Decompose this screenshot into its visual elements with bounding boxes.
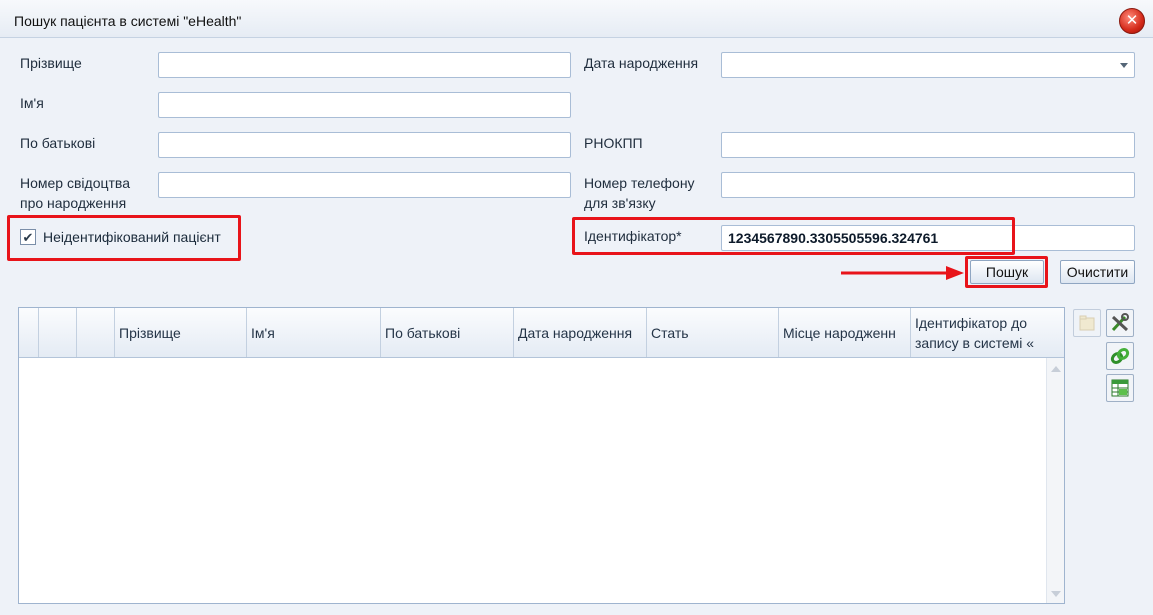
settings-button[interactable]	[1106, 309, 1134, 337]
grid-column-birth-place[interactable]: Місце народженн	[778, 308, 910, 357]
rnokpp-label: РНОКПП	[584, 135, 643, 151]
export-table-button[interactable]	[1106, 374, 1134, 402]
arrow-pointer-icon	[841, 266, 964, 280]
birth-cert-label-line1: Номер свідоцтва	[20, 175, 130, 191]
open-record-button[interactable]	[1073, 309, 1101, 337]
phone-label-line1: Номер телефону	[584, 175, 695, 191]
phone-input[interactable]	[721, 172, 1135, 198]
grid-column-sex[interactable]: Стать	[646, 308, 778, 357]
link-button[interactable]	[1106, 342, 1134, 370]
name-input[interactable]	[158, 92, 571, 118]
phone-label-line2: для зв'язку	[584, 195, 656, 211]
folder-icon	[1079, 315, 1095, 331]
highlight-search-button	[965, 256, 1048, 288]
grid-column-surname[interactable]: Прізвище	[114, 308, 246, 357]
grid-column-birth-date[interactable]: Дата народження	[513, 308, 645, 357]
highlight-identifier	[572, 217, 1015, 255]
link-icon	[1110, 348, 1130, 364]
close-button[interactable]: ✕	[1119, 8, 1145, 34]
scroll-up-icon[interactable]	[1051, 366, 1061, 372]
patronymic-input[interactable]	[158, 132, 571, 158]
clear-button[interactable]: Очистити	[1060, 260, 1135, 284]
grid-column-record-id[interactable]: Ідентифікатор до запису в системі «	[910, 308, 1042, 357]
grid-vertical-scrollbar[interactable]	[1046, 358, 1064, 603]
birth-date-label: Дата народження	[584, 55, 699, 71]
tools-icon	[1111, 313, 1129, 332]
name-label: Ім'я	[20, 95, 44, 111]
highlight-checkbox	[7, 215, 241, 261]
patronymic-label: По батькові	[20, 135, 96, 151]
grid-column-status[interactable]	[76, 308, 114, 357]
surname-label: Прізвище	[20, 55, 82, 71]
grid-column-select[interactable]	[38, 308, 57, 357]
window-title: Пошук пацієнта в системі "eHealth"	[14, 13, 242, 29]
rnokpp-input[interactable]	[721, 132, 1135, 158]
scroll-down-icon[interactable]	[1051, 591, 1061, 597]
grid-column-patronymic[interactable]: По батькові	[380, 308, 512, 357]
birth-date-dropdown[interactable]	[721, 52, 1135, 78]
grid-header: Прізвище Ім'я По батькові Дата народженн…	[19, 308, 1064, 358]
results-grid: Прізвище Ім'я По батькові Дата народженн…	[18, 307, 1065, 604]
birth-cert-input[interactable]	[158, 172, 571, 198]
grid-column-name[interactable]: Ім'я	[246, 308, 378, 357]
chevron-down-icon[interactable]	[1120, 63, 1128, 68]
birth-cert-label-line2: про народження	[20, 195, 127, 211]
window-titlebar: Пошук пацієнта в системі "eHealth" ✕	[0, 0, 1153, 38]
table-icon	[1111, 379, 1129, 397]
surname-input[interactable]	[158, 52, 571, 78]
close-icon: ✕	[1125, 12, 1139, 29]
